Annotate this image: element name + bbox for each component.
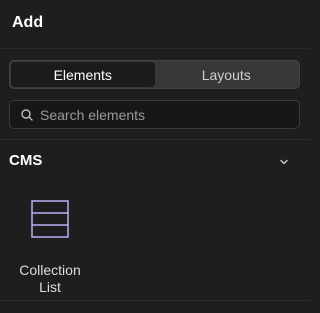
element-label: Collection List — [19, 262, 81, 295]
chevron-down-icon[interactable] — [278, 156, 290, 168]
element-collection-list[interactable]: Collection List — [9, 190, 91, 298]
panel-title: Add — [12, 14, 44, 31]
section-header-cms[interactable]: CMS — [0, 141, 310, 181]
add-panel: Add Elements Layouts CMS — [0, 0, 310, 313]
panel-header: Add — [0, 0, 310, 49]
search-icon — [20, 108, 34, 122]
section-title: CMS — [9, 152, 43, 169]
tab-elements[interactable]: Elements — [11, 62, 155, 87]
divider — [0, 139, 310, 140]
search-box[interactable] — [9, 100, 300, 129]
tab-layouts[interactable]: Layouts — [155, 62, 299, 87]
collection-list-icon — [31, 200, 69, 238]
search-input[interactable] — [40, 101, 299, 128]
divider — [0, 300, 310, 301]
tab-switcher: Elements Layouts — [9, 60, 300, 89]
